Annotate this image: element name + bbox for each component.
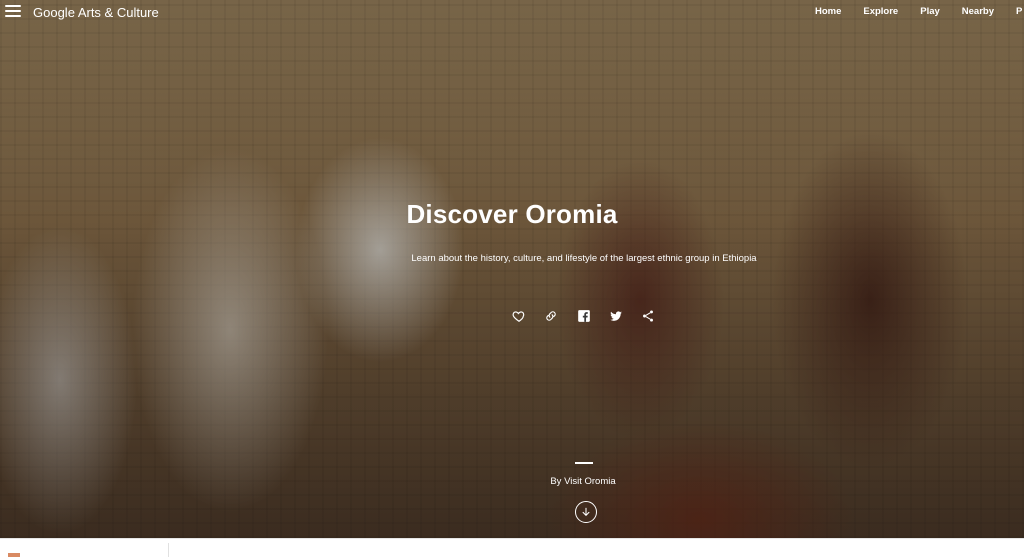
heart-icon[interactable] xyxy=(512,309,528,323)
hero-image xyxy=(0,0,1024,538)
content-strip xyxy=(0,538,1024,557)
hamburger-menu-icon[interactable] xyxy=(5,5,21,19)
site-logo[interactable]: Google Arts & Culture xyxy=(33,5,159,20)
arrow-down-icon[interactable] xyxy=(575,501,597,523)
strip-divider xyxy=(168,543,169,557)
page-title: Discover Oromia xyxy=(406,199,618,229)
nav-home[interactable]: Home xyxy=(815,6,841,20)
nav-explore[interactable]: Explore xyxy=(863,6,898,20)
attribution-text[interactable]: By Visit Oromia xyxy=(510,476,656,487)
main-nav: Home Explore Play Nearby P xyxy=(815,6,1024,20)
link-icon[interactable] xyxy=(544,309,560,323)
facebook-icon[interactable] xyxy=(577,309,593,323)
top-app-bar: Google Arts & Culture Home Explore Play … xyxy=(0,0,1024,26)
title-divider xyxy=(575,462,593,464)
page-subtitle: Learn about the history, culture, and li… xyxy=(411,253,757,264)
nav-play[interactable]: Play xyxy=(920,6,940,20)
share-icon[interactable] xyxy=(641,309,657,323)
thumbnail-icon[interactable] xyxy=(8,553,20,557)
nav-profile[interactable]: P xyxy=(1016,6,1024,20)
twitter-icon[interactable] xyxy=(609,309,625,323)
nav-nearby[interactable]: Nearby xyxy=(962,6,994,20)
